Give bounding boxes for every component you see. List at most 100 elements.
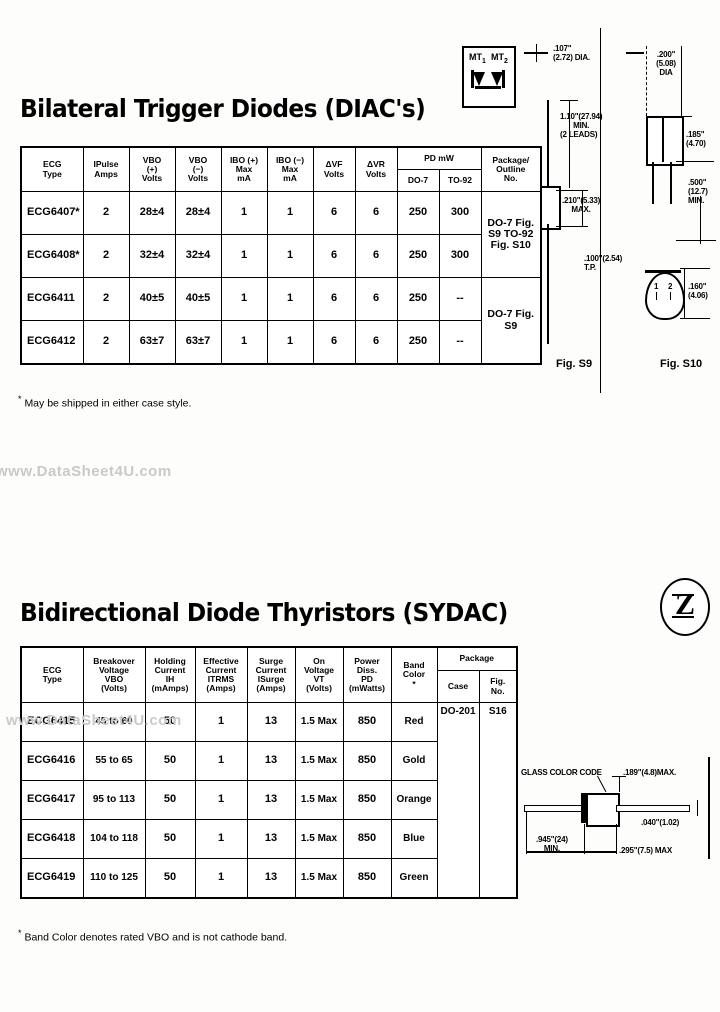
sydac-lead-right xyxy=(616,805,690,812)
cell-delta-vr: 6 xyxy=(354,234,398,278)
cell-breakover-voltage: 110 to 125 xyxy=(82,858,146,899)
datasheet-page: Bilateral Trigger Diodes (DIAC's) ECG Ty… xyxy=(0,0,720,1012)
watermark: www.DataSheet4U.com xyxy=(0,463,172,480)
sydac-lead-dimension: .040"(1.02) xyxy=(641,818,680,827)
cell-ecg-type: ECG6417 xyxy=(20,780,84,820)
cell-vbo-pos: 32±4 xyxy=(128,234,176,278)
sydac-body-dim-line xyxy=(584,851,616,853)
dim-line: T.P. xyxy=(584,263,596,273)
cell-ecg-type: ECG6419 xyxy=(20,858,84,899)
s9-dia-dimension: .107" (2.72) DIA. xyxy=(553,44,590,62)
dim-line: (4.70) xyxy=(686,139,706,149)
cell-ecg-type: ECG6407* xyxy=(20,191,84,235)
s9-lead-dimension: 1.10"(27.94) MIN. (2 LEADS) xyxy=(560,112,603,140)
s10-height-tick-top xyxy=(676,116,692,117)
fig-s10-label: Fig. S10 xyxy=(660,358,703,370)
dim-line: .500" xyxy=(688,178,707,187)
cell-package-outline: DO-7 Fig. S9 xyxy=(480,277,542,365)
logo-bar-top xyxy=(672,594,694,596)
dim-line: (2 LEADS) xyxy=(560,130,598,140)
s10-dia-extension-right xyxy=(681,46,682,116)
sydac-length-dim-line xyxy=(526,851,584,853)
s10-lead-tick-bot xyxy=(676,240,716,241)
col-breakover-voltage: Breakover Voltage VBO (Volts) xyxy=(82,646,146,703)
col-package-group: Package xyxy=(436,646,518,671)
package-line: DO-7 xyxy=(487,308,513,321)
sydac-dia-leader xyxy=(619,776,620,792)
col-pd-do7: DO-7 xyxy=(396,169,440,192)
s9-lead-upper xyxy=(547,100,549,188)
cell-vbo-pos: 63±7 xyxy=(128,320,176,365)
cell-ibo-neg: 1 xyxy=(266,234,314,278)
s10-pin1-label: 1 xyxy=(654,282,659,291)
cell-ibo-pos: 1 xyxy=(220,234,268,278)
cell-pd-do7: 250 xyxy=(396,320,440,365)
cell-ecg-type: ECG6411 xyxy=(20,277,84,321)
header-line: (Volts) xyxy=(101,683,127,694)
cell-on-voltage: 1.5 Max xyxy=(294,702,344,742)
cell-vbo-pos: 40±5 xyxy=(128,277,176,321)
mt2-subscript: 2 xyxy=(504,57,508,65)
sydac-package-body xyxy=(586,793,620,827)
package-line: Fig. S10 xyxy=(490,239,531,252)
asterisk-marker: * xyxy=(18,394,22,404)
s9-dia-tick xyxy=(536,44,537,62)
header-line: Type xyxy=(42,168,62,179)
cell-power-dissipation: 850 xyxy=(342,780,392,820)
cell-on-voltage: 1.5 Max xyxy=(294,858,344,899)
s10-package-midline xyxy=(662,116,664,162)
s10-width-dimension: .160" (4.06) xyxy=(688,282,708,300)
dim-line: 1.10"(27.94) xyxy=(560,112,603,121)
cell-on-voltage: 1.5 Max xyxy=(294,741,344,781)
cell-delta-vf: 6 xyxy=(312,234,356,278)
dim-line: .107" xyxy=(553,44,572,53)
cell-ibo-pos: 1 xyxy=(220,320,268,365)
cell-power-dissipation: 850 xyxy=(342,858,392,899)
sydac-body-ext-right xyxy=(616,824,617,854)
cell-effective-current: 1 xyxy=(194,702,248,742)
s9-tp-dimension: .100"(2.54) T.P. xyxy=(584,254,622,272)
asterisk-marker: * xyxy=(18,928,22,938)
sydac-length-ext-mid xyxy=(584,824,585,854)
cell-holding-current: 50 xyxy=(144,858,196,899)
s10-pin2-mark xyxy=(670,292,671,300)
col-holding-current: Holding Current IH (mAmps) xyxy=(144,646,196,703)
cell-power-dissipation: 850 xyxy=(342,741,392,781)
header-line: Volts xyxy=(187,173,209,184)
cell-vbo-neg: 63±7 xyxy=(174,320,222,365)
s10-dia-extension-left xyxy=(646,46,648,116)
col-vbo-positive: VBO (+) Volts xyxy=(128,146,176,192)
sydac-dia-dimension: .189"(4.8)MAX. xyxy=(623,768,677,777)
brand-logo: Z xyxy=(660,578,710,636)
cell-pd-do7: 250 xyxy=(396,234,440,278)
mt1-text: MT xyxy=(469,52,482,62)
s10-pin2-label: 2 xyxy=(668,282,673,291)
page-title-diac: Bilateral Trigger Diodes (DIAC's) xyxy=(20,94,426,123)
cell-delta-vr: 6 xyxy=(354,191,398,235)
s10-width-dim-line xyxy=(684,268,685,318)
cell-on-voltage: 1.5 Max xyxy=(294,819,344,859)
cell-package-outline: DO-7 Fig. S9 TO-92 Fig. S10 xyxy=(480,191,542,278)
header-line: Volts xyxy=(141,173,163,184)
cell-case: DO-201 xyxy=(436,702,480,899)
cell-vbo-pos: 28±4 xyxy=(128,191,176,235)
diac-symbol-glyph xyxy=(471,70,505,89)
sydac-footnote: * Band Color denotes rated VBO and is no… xyxy=(18,928,287,944)
cell-ibo-neg: 1 xyxy=(266,320,314,365)
col-vbo-negative: VBO (−) Volts xyxy=(174,146,222,192)
cell-effective-current: 1 xyxy=(194,858,248,899)
dim-line: .185" xyxy=(686,130,705,139)
header-line: (mWatts) xyxy=(348,683,386,694)
footnote-text: May be shipped in either case style. xyxy=(24,397,192,410)
cell-delta-vf: 6 xyxy=(312,191,356,235)
cell-delta-vf: 6 xyxy=(312,320,356,365)
col-band-color: Band Color * xyxy=(390,646,438,703)
cell-band-color: Orange xyxy=(390,780,438,820)
cell-ipulse: 2 xyxy=(82,277,130,321)
header-line: (Volts) xyxy=(306,683,332,694)
header-line: mA xyxy=(237,173,251,184)
s10-outline-top-view: 1 2 xyxy=(645,272,685,320)
col-ecg-type: ECG Type xyxy=(20,646,84,703)
cell-pd-to92: 300 xyxy=(438,234,482,278)
dim-line: (4.06) xyxy=(688,291,708,301)
